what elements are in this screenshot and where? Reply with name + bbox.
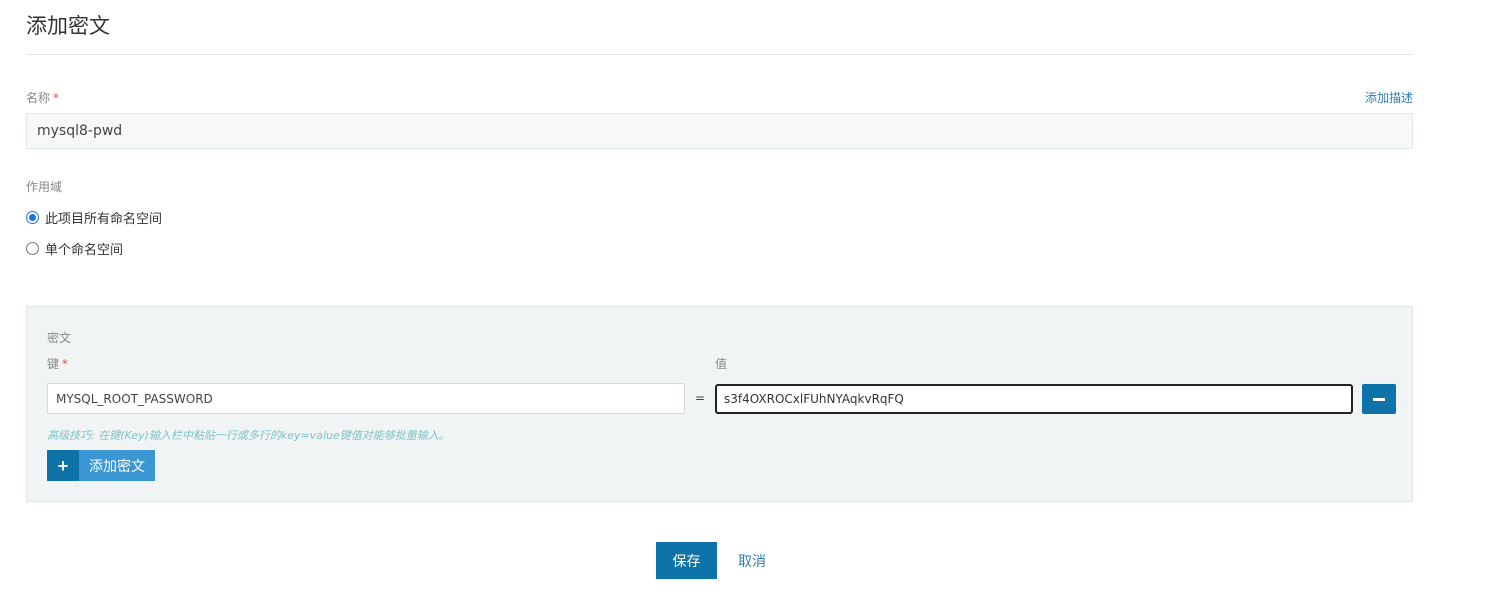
scope-option-all-namespaces[interactable]: 此项目所有命名空间 [26, 208, 162, 227]
name-input[interactable] [26, 113, 1413, 149]
secret-value-input[interactable] [715, 384, 1353, 414]
plus-icon: + [47, 450, 79, 481]
key-required-mark: * [62, 357, 69, 371]
name-label: 名称 * [26, 89, 59, 106]
scope-label: 作用域 [26, 180, 63, 194]
title-divider [26, 54, 1413, 55]
key-column-label: 键 * [47, 355, 68, 372]
key-label-text: 键 [47, 357, 60, 371]
value-column-label: 值 [715, 357, 728, 371]
secret-key-input[interactable] [47, 383, 685, 414]
bulk-input-tip: 高级技巧: 在键(Key)输入栏中粘贴一行或多行的key=value键值对能够批… [47, 429, 450, 442]
secrets-panel: 密文 键* 值 = 高级技巧: 在键(Key)输入栏中粘贴一行或多行的key=v… [26, 306, 1413, 502]
page-title: 添加密文 [26, 14, 110, 38]
scope-option-label: 此项目所有命名空间 [45, 212, 163, 227]
minus-icon [1373, 397, 1385, 401]
radio-unchecked-icon[interactable] [26, 242, 39, 255]
name-required-mark: * [53, 91, 60, 105]
add-secret-button[interactable]: + 添加密文 [47, 450, 155, 481]
remove-secret-row-button[interactable] [1362, 384, 1396, 414]
name-label-text: 名称 [26, 91, 51, 105]
add-secret-button-label: 添加密文 [79, 450, 155, 481]
scope-option-label: 单个命名空间 [45, 243, 124, 258]
add-description-link[interactable]: 添加描述 [1365, 89, 1413, 106]
secrets-section-label: 密文 [47, 331, 72, 345]
save-button[interactable]: 保存 [656, 542, 717, 579]
add-secret-page: 添加密文 名称* 添加描述 作用域 此项目所有命名空间 单个命名空间 密文 键*… [0, 0, 1503, 609]
scope-option-single-namespace[interactable]: 单个命名空间 [26, 239, 123, 258]
cancel-link[interactable]: 取消 [738, 551, 766, 571]
radio-checked-icon[interactable] [26, 211, 39, 224]
equals-sign: = [695, 391, 706, 405]
